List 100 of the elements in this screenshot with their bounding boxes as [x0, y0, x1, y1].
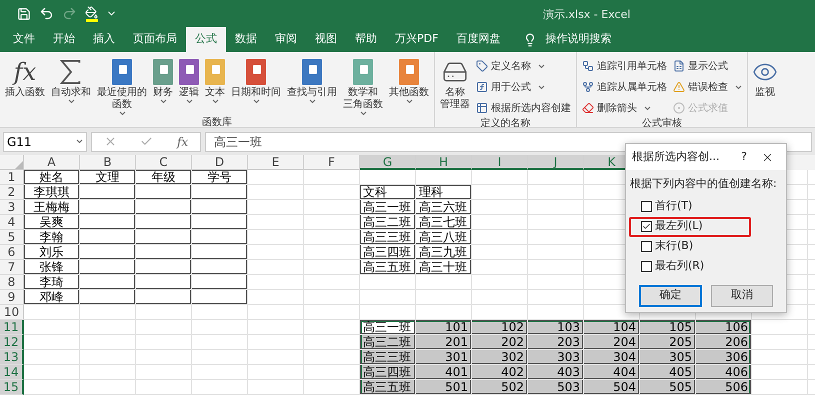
ribbon-button[interactable]: 追踪引用单元格: [582, 57, 667, 75]
row-header[interactable]: 13: [0, 350, 24, 365]
row-header[interactable]: 7: [0, 260, 24, 275]
eraser-icon: [582, 102, 594, 114]
insert-function-icon: fx: [14, 56, 36, 86]
checkbox-label[interactable]: 最左列(L): [655, 218, 703, 235]
row-header[interactable]: 5: [0, 230, 24, 245]
row-header[interactable]: 9: [0, 290, 24, 305]
group-label: 函数库: [201, 116, 233, 127]
table-cell: 高三六班: [416, 200, 472, 215]
ribbon-button[interactable]: 根据所选内容创建: [476, 99, 571, 117]
menu-tab[interactable]: 百度网盘: [447, 27, 510, 52]
dialog-button[interactable]: 确定: [639, 284, 702, 306]
dropdown-caret-icon: [406, 99, 412, 104]
insert-function-button[interactable]: fx: [176, 132, 188, 150]
row-header[interactable]: 2: [0, 185, 24, 200]
ribbon-button[interactable]: fx 插入函数: [2, 56, 48, 99]
table-cell: 李琦: [24, 275, 80, 290]
ribbon-button[interactable]: 删除箭头: [582, 99, 667, 117]
dropdown-caret-icon: [735, 84, 742, 90]
checkbox-label[interactable]: 末行(B): [655, 238, 694, 255]
row-header[interactable]: 4: [0, 215, 24, 230]
ribbon-button[interactable]: 用于公式: [476, 78, 571, 96]
ribbon-button[interactable]: 显示公式: [673, 57, 742, 75]
undo-icon[interactable]: [39, 6, 54, 21]
row-header[interactable]: 1: [0, 170, 24, 185]
fill-color-icon[interactable]: [85, 6, 98, 22]
ribbon-button[interactable]: 查找与引用: [284, 56, 340, 104]
ribbon-button[interactable]: 自动求和: [48, 56, 94, 104]
evaluate-icon: [673, 102, 685, 114]
checkbox-label[interactable]: 最右列(R): [655, 258, 704, 275]
dropdown-caret-icon: [538, 84, 545, 90]
ribbon-button[interactable]: 文本: [202, 56, 228, 104]
table-cell: 505: [640, 380, 696, 395]
table-cell: 高三五班: [360, 380, 416, 395]
table-cell: 402: [472, 365, 528, 380]
column-header[interactable]: G: [360, 155, 416, 170]
help-button[interactable]: ?: [734, 148, 754, 166]
ribbon-button[interactable]: 逻辑: [176, 56, 202, 104]
menu-tab[interactable]: 帮助: [346, 27, 386, 52]
row-header[interactable]: 12: [0, 335, 24, 350]
checkbox[interactable]: [641, 261, 652, 272]
table-cell: 高三三班: [360, 350, 416, 365]
checkbox[interactable]: [641, 221, 652, 232]
row-header[interactable]: 11: [0, 320, 24, 335]
table-cell: 文科: [360, 185, 416, 200]
name-box[interactable]: G11: [3, 132, 87, 152]
ribbon-button[interactable]: 其他函数: [386, 56, 432, 104]
watch-window-button[interactable]: 监视: [748, 52, 778, 127]
dropdown-caret-icon: [160, 99, 166, 104]
ribbon-button[interactable]: 财务: [150, 56, 176, 104]
table-cell: 李琪琪: [24, 185, 80, 200]
checkbox-label[interactable]: 首行(T): [655, 198, 692, 215]
table-cell: 李翰: [24, 230, 80, 245]
table-cell: 501: [416, 380, 472, 395]
save-icon[interactable]: [17, 6, 31, 20]
search-button[interactable]: 操作说明搜索: [509, 27, 612, 52]
table-cell: 203: [528, 335, 584, 350]
table-cell: 201: [416, 335, 472, 350]
ribbon-button[interactable]: 数学和 三角函数: [340, 56, 386, 116]
row-header[interactable]: 15: [0, 380, 24, 395]
table-cell: 高三一班: [360, 200, 416, 215]
dropdown-caret-icon: [538, 64, 545, 68]
ribbon-button[interactable]: 日期和时间: [228, 56, 284, 104]
dropdown-caret-icon: [68, 99, 74, 104]
table-cell: 高三二班: [360, 215, 416, 230]
dropdown-caret-icon: [252, 99, 260, 104]
ribbon-button[interactable]: 最近使用的 函数: [94, 56, 150, 116]
table-cell: 刘乐: [24, 245, 80, 260]
tag-icon: [476, 60, 488, 72]
menu-tab[interactable]: 页面布局: [124, 27, 186, 52]
column-header[interactable]: I: [472, 155, 528, 170]
row-header[interactable]: 3: [0, 200, 24, 215]
dropdown-caret-icon: [644, 106, 651, 110]
row-header[interactable]: 8: [0, 275, 24, 290]
row-header[interactable]: 14: [0, 365, 24, 380]
checkbox[interactable]: [641, 241, 652, 252]
ribbon-button[interactable]: 定义名称: [476, 57, 571, 75]
table-cell: 年级: [136, 170, 192, 185]
table-cell: 101: [416, 320, 472, 335]
menu-tab[interactable]: 开始: [44, 27, 84, 52]
column-header[interactable]: H: [416, 155, 472, 170]
table-cell: 406: [696, 365, 752, 380]
dialog-button[interactable]: 取消: [710, 284, 773, 306]
menu-tab[interactable]: 审阅: [266, 27, 306, 52]
menu-tab[interactable]: 万兴PDF: [386, 27, 448, 52]
table-cell: 103: [528, 320, 584, 335]
row-header[interactable]: 10: [0, 305, 24, 320]
menu-tab[interactable]: 视图: [306, 27, 346, 52]
menu-tab[interactable]: 插入: [84, 27, 124, 52]
table-cell: 吴爽: [24, 215, 80, 230]
table-cell: 303: [528, 350, 584, 365]
ribbon-button[interactable]: 追踪从属单元格: [582, 78, 667, 96]
menu-tab[interactable]: 公式: [186, 27, 226, 52]
ribbon-button[interactable]: 名称 管理器: [437, 56, 473, 111]
checkbox[interactable]: [641, 201, 652, 212]
menu-tab[interactable]: 数据: [226, 27, 266, 52]
menu-tab[interactable]: 文件: [4, 27, 44, 52]
row-header[interactable]: 6: [0, 245, 24, 260]
ribbon-button[interactable]: 错误检查: [673, 78, 742, 96]
